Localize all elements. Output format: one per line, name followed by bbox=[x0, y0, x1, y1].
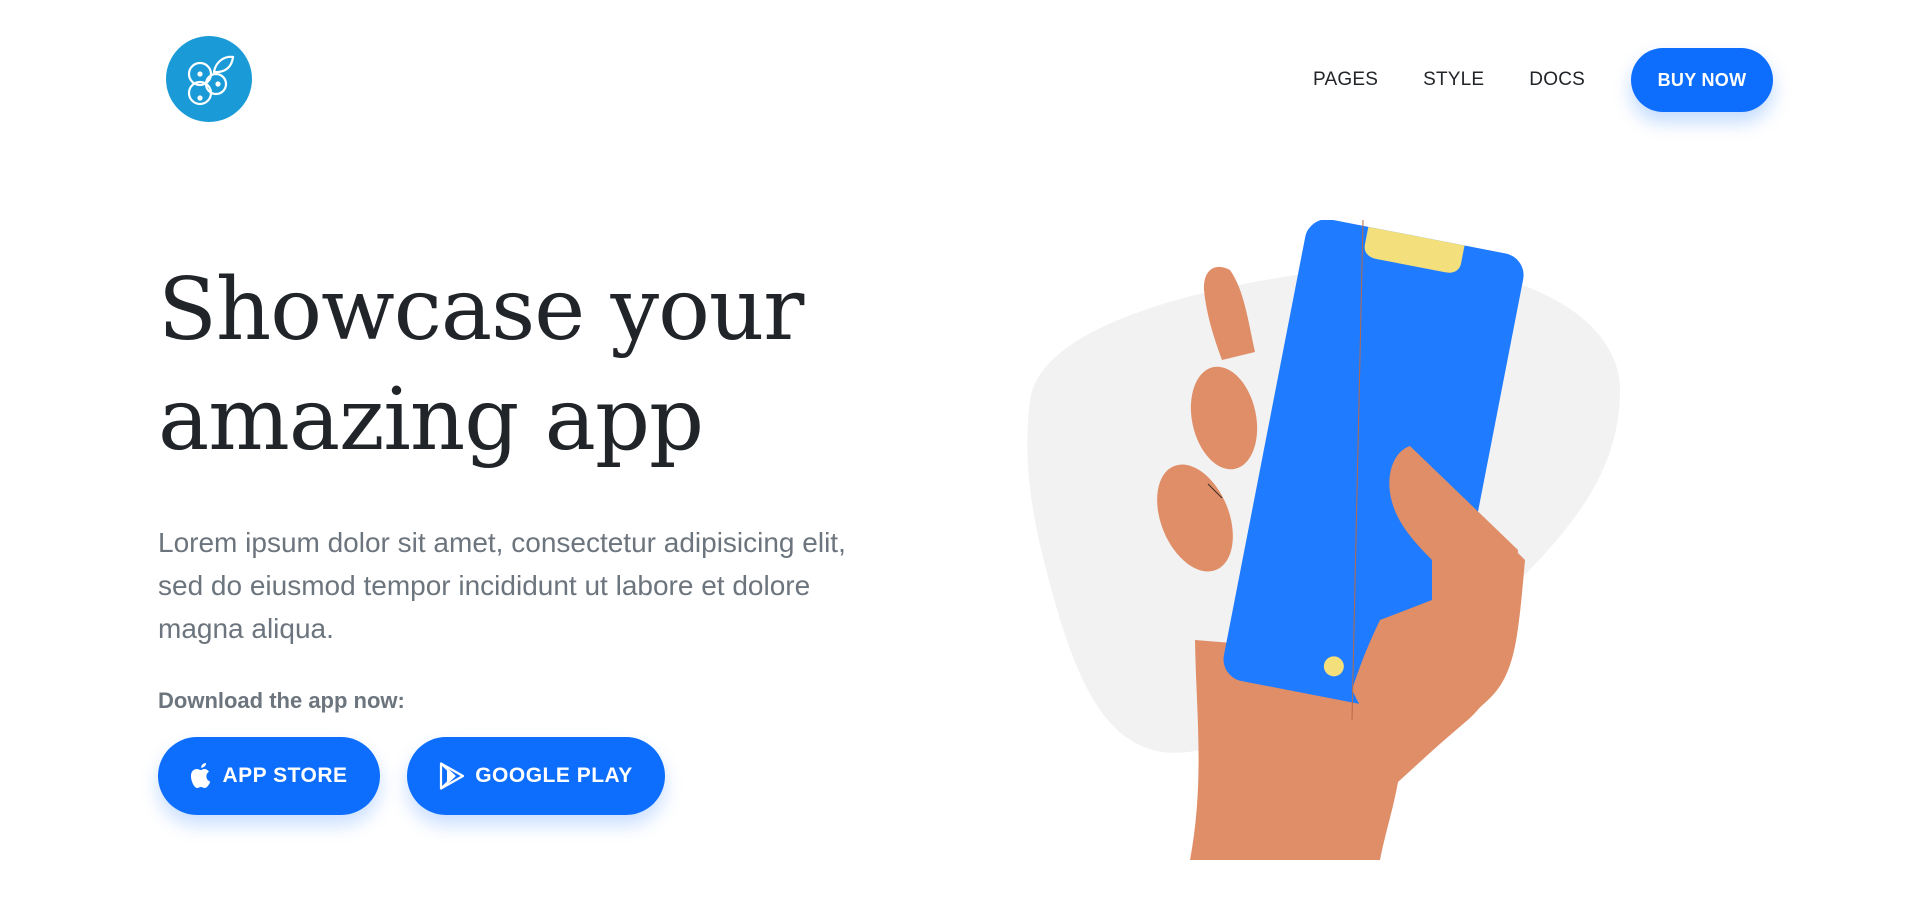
google-play-label: GOOGLE PLAY bbox=[475, 764, 633, 787]
app-store-button[interactable]: APP STORE bbox=[158, 737, 380, 815]
lead-line-3: magna aliqua. bbox=[158, 613, 334, 644]
headline-line-1: Showcase your bbox=[158, 260, 804, 360]
buy-now-button[interactable]: BUY NOW bbox=[1631, 48, 1773, 112]
nav-pages-link[interactable]: PAGES bbox=[1313, 69, 1378, 91]
store-buttons: APP STORE GOOGLE PLAY bbox=[158, 737, 918, 815]
download-label: Download the app now: bbox=[158, 688, 405, 713]
google-play-button[interactable]: GOOGLE PLAY bbox=[407, 737, 665, 815]
google-play-icon bbox=[439, 762, 465, 790]
hero-section: Showcase your amazing app Lorem ipsum do… bbox=[158, 255, 918, 815]
app-store-label: APP STORE bbox=[222, 764, 348, 787]
lead-line-1: Lorem ipsum dolor sit amet, consectetur … bbox=[158, 527, 846, 558]
brand-logo[interactable] bbox=[166, 36, 252, 122]
hero-lead-text: Lorem ipsum dolor sit amet, consectetur … bbox=[158, 521, 918, 650]
main-nav: PAGES STYLE DOCS BUY NOW bbox=[1313, 48, 1773, 112]
lead-line-2: sed do eiusmod tempor incididunt ut labo… bbox=[158, 570, 811, 601]
nav-docs-link[interactable]: DOCS bbox=[1529, 69, 1585, 91]
headline-line-2: amazing app bbox=[158, 370, 704, 470]
blueberry-logo-icon bbox=[187, 55, 235, 106]
hero-headline: Showcase your amazing app bbox=[158, 255, 918, 475]
nav-style-link[interactable]: STYLE bbox=[1423, 69, 1484, 91]
hand-holding-phone-illustration bbox=[1000, 219, 1700, 860]
apple-icon bbox=[190, 763, 212, 789]
site-header: PAGES STYLE DOCS BUY NOW bbox=[0, 0, 1920, 160]
